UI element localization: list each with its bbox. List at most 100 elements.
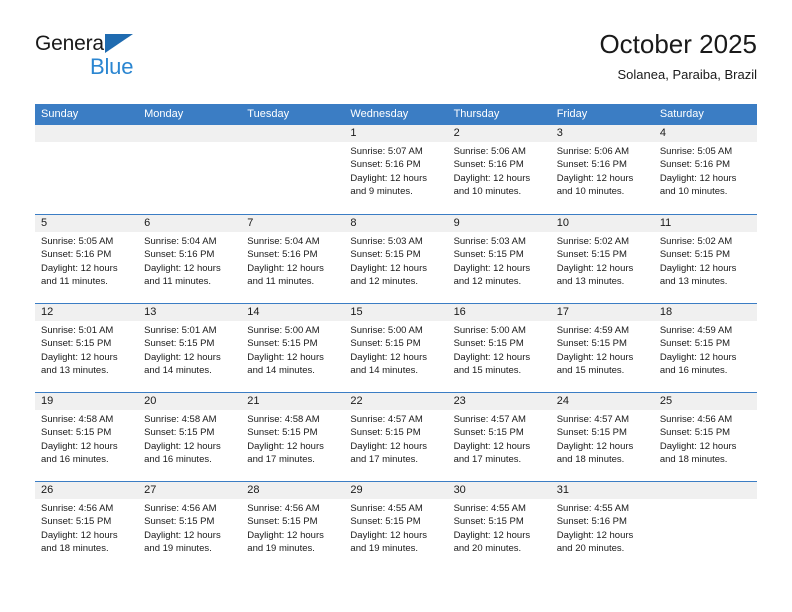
calendar-day-cell[interactable]: 10 Sunrise: 5:02 AM Sunset: 5:15 PM Dayligh… [550, 215, 654, 303]
calendar-day-cell[interactable]: 22 Sunrise: 4:57 AM Sunset: 5:15 PM Dayligh… [344, 393, 448, 481]
sunrise-text: Sunrise: 4:55 AM [453, 503, 526, 514]
calendar-day-cell[interactable]: 14 Sunrise: 5:00 AM Sunset: 5:15 PM Dayligh… [241, 304, 345, 392]
daylight-text-line2: and 10 minutes. [556, 185, 625, 197]
calendar-day-cell[interactable]: 18 Sunrise: 4:59 AM Sunset: 5:15 PM Dayligh… [653, 304, 757, 392]
sunset-text: Sunset: 5:15 PM [144, 516, 215, 528]
calendar-day-cell[interactable]: 20 Sunrise: 4:58 AM Sunset: 5:15 PM Dayligh… [138, 393, 242, 481]
calendar-day-cell[interactable]: 6 Sunrise: 5:04 AM Sunset: 5:16 PM Daylight… [138, 215, 242, 303]
calendar-day-cell[interactable]: 23 Sunrise: 4:57 AM Sunset: 5:15 PM Dayligh… [447, 393, 551, 481]
calendar-day-cell[interactable]: 24 Sunrise: 4:57 AM Sunset: 5:15 PM Dayligh… [550, 393, 654, 481]
sunrise-text: Sunrise: 5:06 AM [556, 146, 630, 157]
day-number: 2 [447, 125, 551, 142]
calendar-page: General Blue October 2025 Solanea, Parai… [0, 0, 792, 612]
day-sun-info: Sunrise: 5:02 AM Sunset: 5:15 PM Daylight:… [654, 232, 757, 288]
calendar-day-cell[interactable]: 2 Sunrise: 5:06 AM Sunset: 5:16 PM Daylight… [447, 125, 551, 214]
daylight-text-line2: and 12 minutes. [350, 275, 419, 287]
sunset-text: Sunset: 5:16 PM [41, 249, 112, 261]
day-sun-info: Sunrise: 5:00 AM Sunset: 5:15 PM Daylight:… [241, 321, 344, 377]
day-number: 17 [550, 304, 654, 321]
day-sun-info: Sunrise: 4:57 AM Sunset: 5:15 PM Daylight:… [448, 410, 551, 466]
sunrise-text: Sunrise: 5:04 AM [247, 236, 320, 247]
daylight-text-line1: Daylight: 12 hours [350, 351, 427, 363]
day-number: 24 [550, 393, 654, 410]
calendar-day-cell[interactable]: 3 Sunrise: 5:06 AM Sunset: 5:16 PM Daylight… [550, 125, 654, 214]
calendar-day-cell[interactable]: 30 Sunrise: 4:55 AM Sunset: 5:15 PM Dayligh… [447, 482, 551, 570]
calendar-day-cell[interactable]: 1 Sunrise: 5:07 AM Sunset: 5:16 PM Daylight… [344, 125, 448, 214]
day-sun-info: Sunrise: 5:04 AM Sunset: 5:16 PM Daylight:… [241, 232, 344, 288]
sunrise-text: Sunrise: 4:59 AM [659, 325, 733, 336]
daylight-text-line1: Daylight: 12 hours [453, 529, 531, 541]
day-number: 7 [241, 215, 345, 232]
day-number: 22 [344, 393, 448, 410]
daylight-text-line2: and 10 minutes. [453, 185, 522, 197]
calendar-grid: Sunday Monday Tuesday Wednesday Thursday Frid… [35, 104, 757, 570]
day-sun-info: Sunrise: 4:55 AM Sunset: 5:16 PM Daylight:… [551, 499, 654, 555]
calendar-day-cell[interactable]: 16 Sunrise: 5:00 AM Sunset: 5:15 PM Dayligh… [447, 304, 551, 392]
weekday-header-sunday: Sunday [41, 108, 79, 120]
calendar-day-cell[interactable]: 27 Sunrise: 4:56 AM Sunset: 5:15 PM Dayligh… [138, 482, 242, 570]
day-sun-info: Sunrise: 4:59 AM Sunset: 5:15 PM Daylight:… [654, 321, 757, 377]
sunset-text: Sunset: 5:15 PM [247, 338, 318, 350]
daylight-text-line2: and 17 minutes. [453, 453, 522, 465]
sunset-text: Sunset: 5:16 PM [659, 159, 731, 171]
weekday-header-tuesday: Tuesday [247, 108, 290, 120]
daylight-text-line2: and 14 minutes. [144, 364, 212, 376]
sunset-text: Sunset: 5:15 PM [659, 427, 731, 439]
daylight-text-line1: Daylight: 12 hours [144, 351, 221, 363]
day-number: 28 [241, 482, 345, 499]
sunrise-text: Sunrise: 4:56 AM [144, 503, 217, 514]
day-sun-info: Sunrise: 4:55 AM Sunset: 5:15 PM Daylight:… [344, 499, 447, 555]
calendar-day-cell[interactable]: 8 Sunrise: 5:03 AM Sunset: 5:15 PM Daylight… [344, 215, 448, 303]
day-sun-info: Sunrise: 5:00 AM Sunset: 5:15 PM Daylight:… [448, 321, 551, 377]
day-number: 25 [653, 393, 757, 410]
sunset-text: Sunset: 5:15 PM [350, 249, 421, 261]
weekday-header-friday: Friday [556, 108, 588, 120]
calendar-week-row: 19 Sunrise: 4:58 AM Sunset: 5:15 PM Dayligh… [35, 392, 757, 481]
daylight-text-line1: Daylight: 12 hours [453, 351, 531, 363]
calendar-day-cell[interactable]: 15 Sunrise: 5:00 AM Sunset: 5:15 PM Dayligh… [344, 304, 448, 392]
daylight-text-line1: Daylight: 12 hours [453, 262, 531, 274]
calendar-day-cell[interactable]: 13 Sunrise: 5:01 AM Sunset: 5:15 PM Dayligh… [138, 304, 242, 392]
day-sun-info: Sunrise: 5:02 AM Sunset: 5:15 PM Daylight:… [551, 232, 654, 288]
sunrise-text: Sunrise: 4:57 AM [453, 414, 526, 425]
title-block: October 2025 Solanea, Paraiba, Brazil [599, 28, 757, 85]
daylight-text-line1: Daylight: 12 hours [41, 351, 118, 363]
weekday-header-thursday: Thursday [453, 108, 500, 120]
day-sun-info: Sunrise: 4:58 AM Sunset: 5:15 PM Daylight:… [138, 410, 241, 466]
daylight-text-line2: and 11 minutes. [41, 275, 108, 287]
sunset-text: Sunset: 5:16 PM [144, 249, 215, 261]
day-sun-info: Sunrise: 5:03 AM Sunset: 5:15 PM Daylight:… [344, 232, 447, 288]
day-number: 13 [138, 304, 242, 321]
calendar-day-cell[interactable]: 28 Sunrise: 4:56 AM Sunset: 5:15 PM Dayligh… [241, 482, 345, 570]
daylight-text-line2: and 15 minutes. [453, 364, 522, 376]
daylight-text-line2: and 13 minutes. [556, 275, 625, 287]
day-number: 20 [138, 393, 242, 410]
day-number: 31 [550, 482, 654, 499]
general-blue-logo[interactable]: General Blue [35, 32, 255, 88]
calendar-day-cell[interactable]: 4 Sunrise: 5:05 AM Sunset: 5:16 PM Daylight… [653, 125, 757, 214]
logo-general-text: General [35, 32, 109, 55]
sunset-text: Sunset: 5:15 PM [556, 249, 627, 261]
calendar-day-cell[interactable]: 19 Sunrise: 4:58 AM Sunset: 5:15 PM Dayligh… [35, 393, 139, 481]
calendar-day-cell[interactable]: 21 Sunrise: 4:58 AM Sunset: 5:15 PM Dayligh… [241, 393, 345, 481]
day-sun-info: Sunrise: 4:55 AM Sunset: 5:15 PM Daylight:… [448, 499, 551, 555]
calendar-day-cell[interactable]: 11 Sunrise: 5:02 AM Sunset: 5:15 PM Dayligh… [653, 215, 757, 303]
day-sun-info: Sunrise: 4:59 AM Sunset: 5:15 PM Daylight:… [551, 321, 654, 377]
day-sun-info: Sunrise: 4:56 AM Sunset: 5:15 PM Daylight:… [241, 499, 344, 555]
calendar-day-cell[interactable]: 5 Sunrise: 5:05 AM Sunset: 5:16 PM Daylight… [35, 215, 139, 303]
daylight-text-line1: Daylight: 12 hours [247, 440, 324, 452]
calendar-day-cell[interactable]: 31 Sunrise: 4:55 AM Sunset: 5:16 PM Dayligh… [550, 482, 654, 570]
calendar-day-cell[interactable]: 17 Sunrise: 4:59 AM Sunset: 5:15 PM Dayligh… [550, 304, 654, 392]
calendar-day-cell[interactable]: 7 Sunrise: 5:04 AM Sunset: 5:16 PM Daylight… [241, 215, 345, 303]
sunset-text: Sunset: 5:15 PM [247, 516, 318, 528]
calendar-day-cell-empty [653, 482, 757, 570]
calendar-day-cell[interactable]: 9 Sunrise: 5:03 AM Sunset: 5:15 PM Daylight… [447, 215, 551, 303]
calendar-day-cell[interactable]: 29 Sunrise: 4:55 AM Sunset: 5:15 PM Dayligh… [344, 482, 448, 570]
day-number: 23 [447, 393, 551, 410]
day-sun-info: Sunrise: 5:05 AM Sunset: 5:16 PM Daylight:… [35, 232, 138, 288]
calendar-day-cell-empty [241, 125, 345, 214]
calendar-day-cell[interactable]: 25 Sunrise: 4:56 AM Sunset: 5:15 PM Dayligh… [653, 393, 757, 481]
calendar-day-cell[interactable]: 26 Sunrise: 4:56 AM Sunset: 5:15 PM Dayligh… [35, 482, 139, 570]
day-sun-info: Sunrise: 4:58 AM Sunset: 5:15 PM Daylight:… [241, 410, 344, 466]
calendar-day-cell[interactable]: 12 Sunrise: 5:01 AM Sunset: 5:15 PM Dayligh… [35, 304, 139, 392]
